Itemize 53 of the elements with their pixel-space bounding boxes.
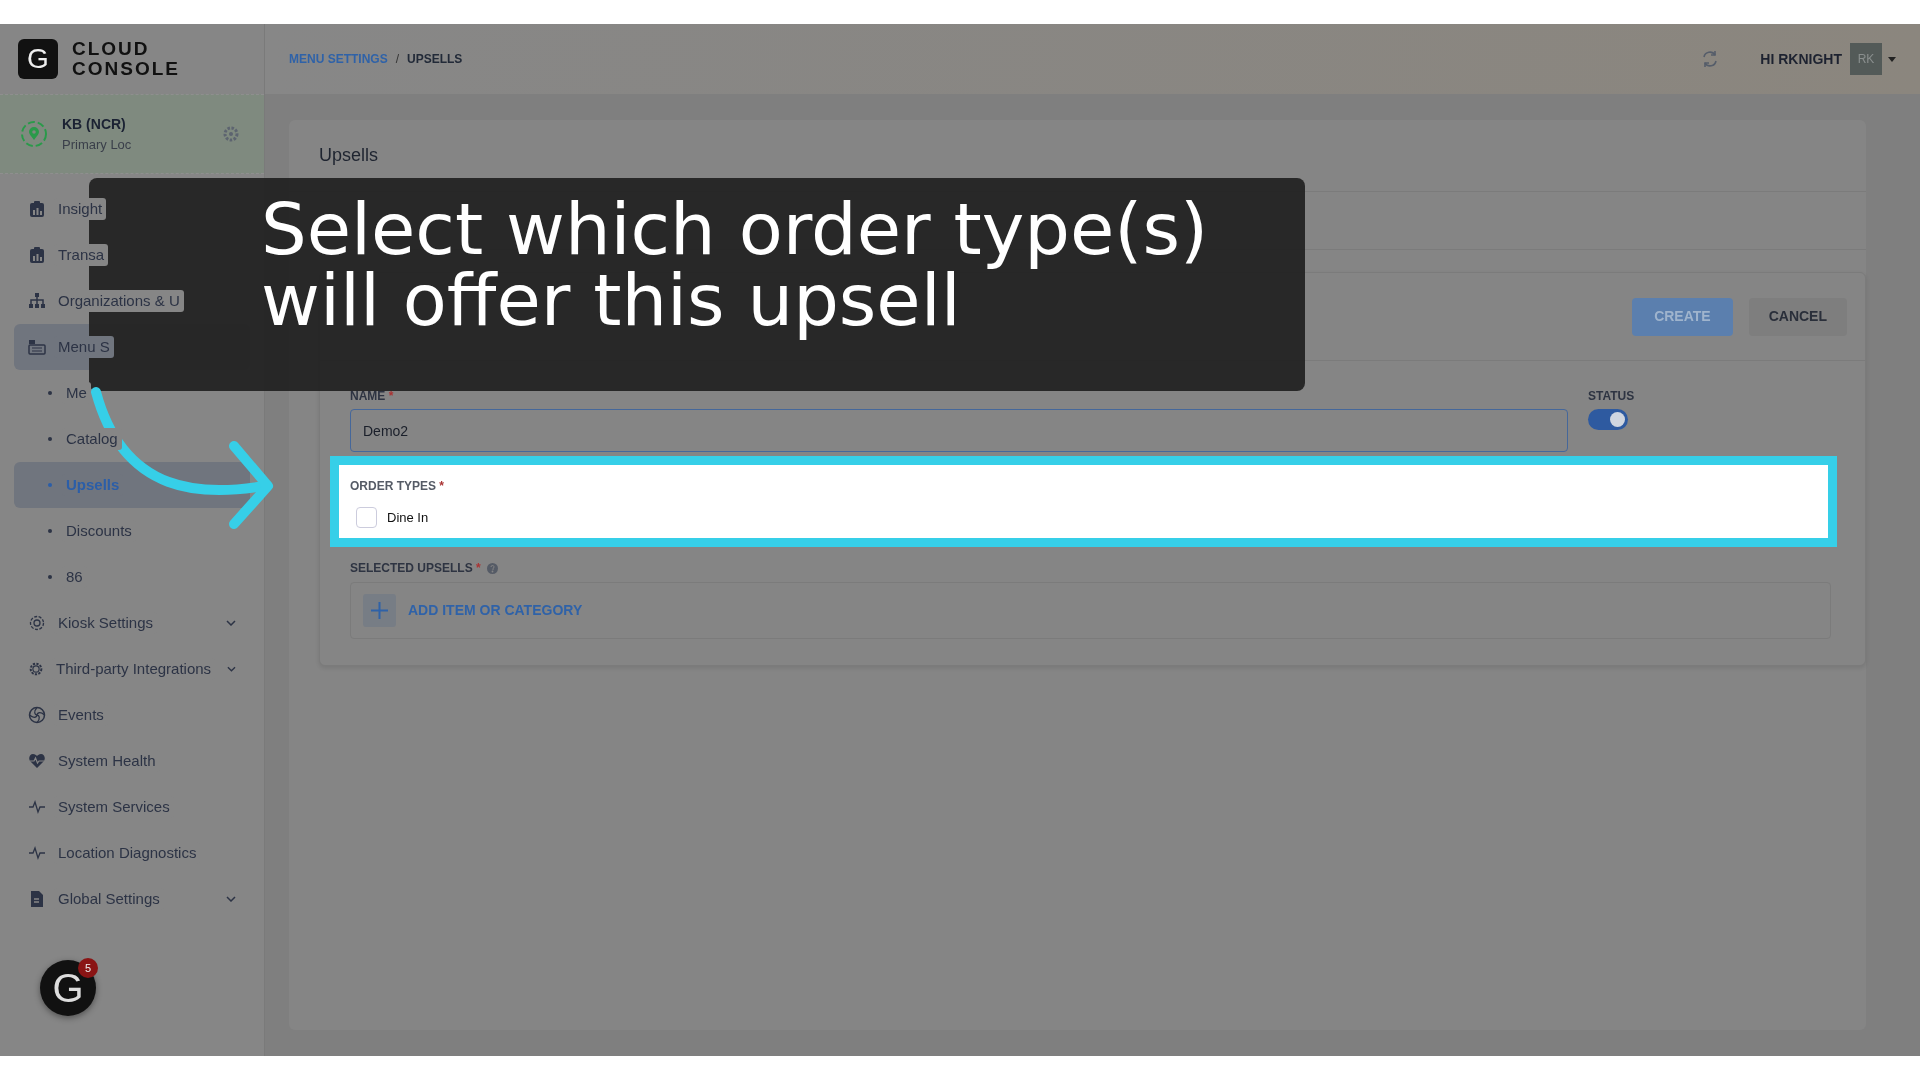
- user-greeting: HI RKNIGHT: [1760, 49, 1842, 69]
- sidebar-item[interactable]: Organizations & U: [14, 278, 250, 324]
- breadcrumb-separator: /: [395, 51, 399, 68]
- bullet-icon: [48, 529, 52, 533]
- logo-text: CLOUD: [72, 39, 151, 59]
- status-label: STATUS: [1588, 388, 1635, 405]
- bullet-icon: [48, 391, 52, 395]
- sidebar-subitem[interactable]: Me: [14, 370, 250, 416]
- create-button[interactable]: CREATE: [1632, 297, 1733, 336]
- sidebar-subitem[interactable]: 86: [14, 554, 250, 600]
- sidebar-item[interactable]: Kiosk Settings: [14, 600, 250, 646]
- field-label: ORDER TYPES *: [350, 478, 446, 495]
- cancel-button[interactable]: CANCEL: [1748, 297, 1847, 336]
- name-field[interactable]: Demo2: [350, 409, 1568, 452]
- menu-card-icon: [28, 338, 46, 356]
- plus-icon: [363, 594, 396, 627]
- sidebar-subitem[interactable]: Catalog: [14, 416, 250, 462]
- gear-icon: [28, 614, 46, 632]
- logo-icon: G: [18, 39, 58, 79]
- pulse-icon: [28, 798, 46, 816]
- help-icon: [486, 562, 498, 574]
- pulse-icon: [28, 844, 46, 862]
- sidebar-subitem[interactable]: Discounts: [14, 508, 250, 554]
- cog-icon: [28, 660, 44, 678]
- field-label: NAME *: [350, 388, 395, 405]
- sidebar-item[interactable]: Transa: [14, 232, 250, 278]
- logo-text: CONSOLE: [72, 59, 180, 79]
- location-subtitle: Primary Loc: [62, 135, 132, 154]
- sidebar-item[interactable]: System Services: [14, 784, 250, 830]
- caret-icon: [1888, 56, 1896, 62]
- field-label: SELECTED UPSELLS *: [350, 560, 481, 577]
- sidebar-item[interactable]: Events: [14, 692, 250, 738]
- sidebar-item[interactable]: Global Settings: [14, 876, 250, 922]
- bullet-icon: [48, 483, 52, 487]
- sidebar-item[interactable]: System Health: [14, 738, 250, 784]
- chart-icon: [28, 246, 46, 264]
- chart-icon: [28, 200, 46, 218]
- location-pin-icon: [20, 120, 48, 148]
- breadcrumb-item: UPSELLS: [407, 51, 463, 68]
- bullet-icon: [48, 575, 52, 579]
- settings-icon[interactable]: [222, 125, 240, 143]
- checkbox[interactable]: [356, 507, 377, 528]
- sidebar-item[interactable]: Location Diagnostics: [14, 830, 250, 876]
- aperture-icon: [28, 706, 46, 724]
- heart-pulse-icon: [28, 752, 46, 770]
- sidebar-item[interactable]: Insight: [14, 186, 250, 232]
- bullet-icon: [48, 437, 52, 441]
- hierarchy-icon: [28, 292, 46, 310]
- status-toggle[interactable]: [1588, 409, 1628, 430]
- document-icon: [28, 890, 46, 908]
- sidebar-item[interactable]: Third-party Integrations: [14, 646, 250, 692]
- location-name: KB (NCR): [62, 114, 127, 134]
- checkbox-label[interactable]: Dine In: [387, 507, 429, 528]
